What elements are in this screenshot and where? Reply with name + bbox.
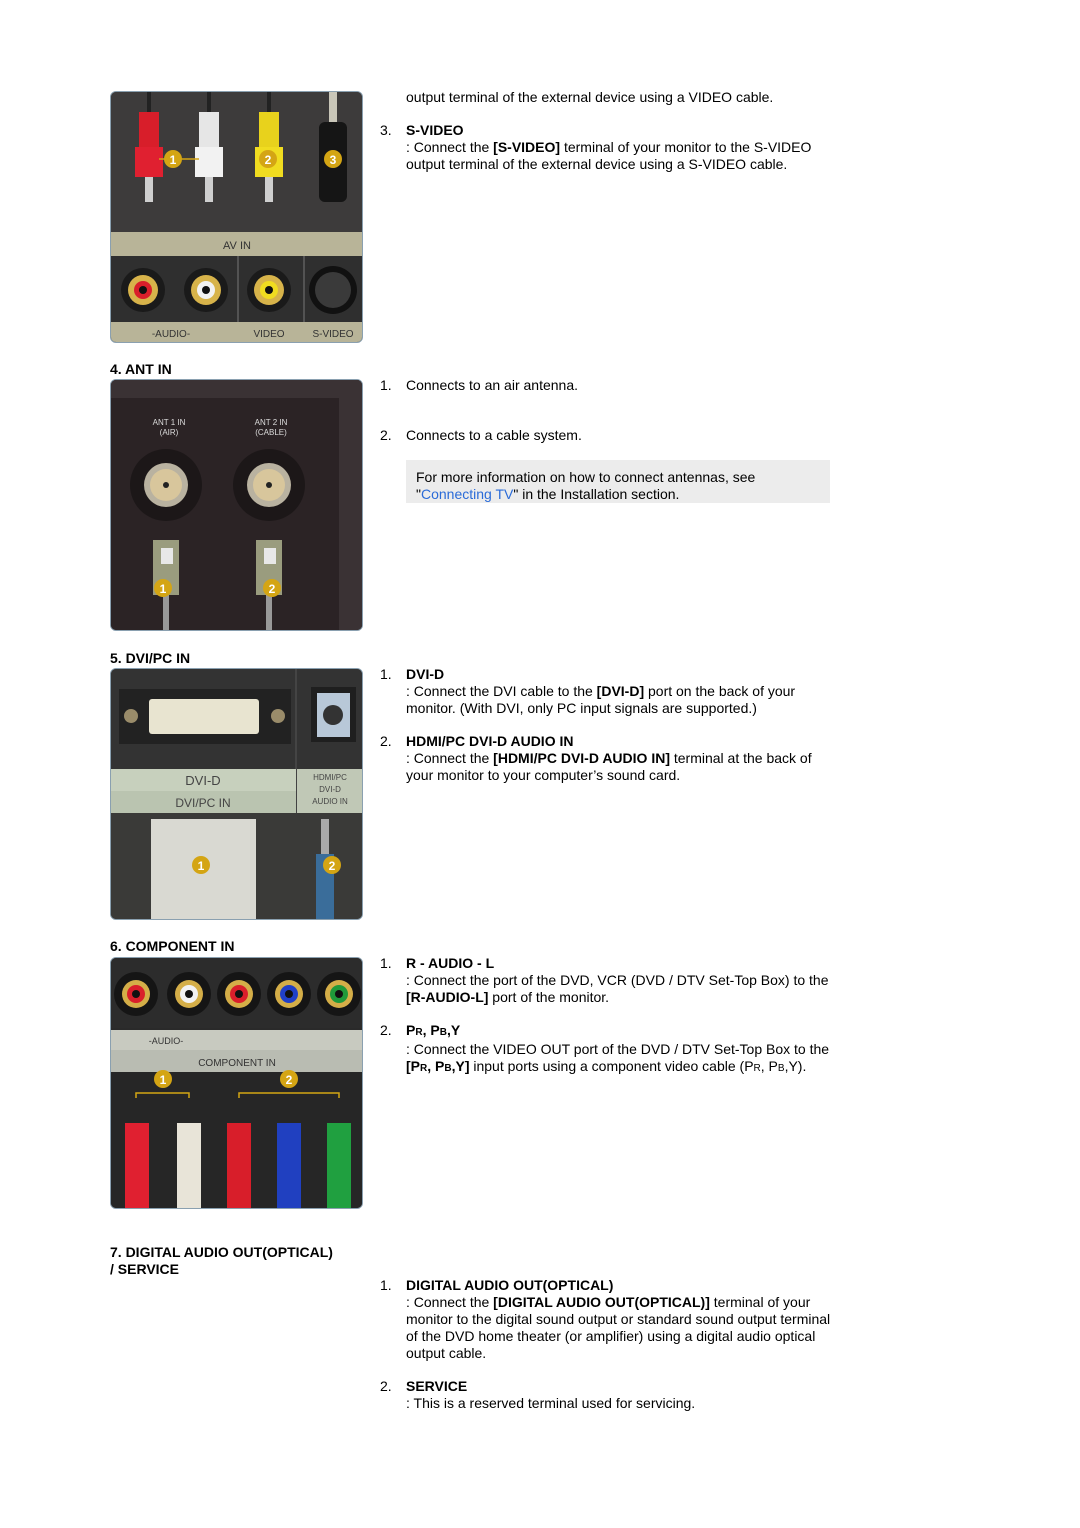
svg-text:2: 2 <box>286 1073 293 1087</box>
item-number: 2. <box>380 1022 392 1038</box>
list-item-digital-audio-out: 1. DIGITAL AUDIO OUT(OPTICAL) : Connect … <box>380 1277 840 1362</box>
list-item-hdmi-pc-audio: 2. HDMI/PC DVI-D AUDIO IN : Connect the … <box>380 733 840 784</box>
svg-text:ANT 2 IN: ANT 2 IN <box>255 418 288 427</box>
dvi-pc-in-photo: DVI-D DVI/PC IN HDMI/PC DVI-D AUDIO IN 1… <box>110 668 363 920</box>
av-in-photo: 1 2 3 AV IN -AUDIO- VIDEO S-VIDEO <box>110 91 363 343</box>
item-heading: DIGITAL AUDIO OUT(OPTICAL) <box>406 1277 614 1293</box>
svg-text:AUDIO IN: AUDIO IN <box>312 797 348 806</box>
svg-text:(CABLE): (CABLE) <box>255 428 287 437</box>
component-in-photo: -AUDIO- COMPONENT IN 1 2 <box>110 957 363 1209</box>
av-in-illustration: 1 2 3 AV IN -AUDIO- VIDEO S-VIDEO <box>111 92 362 342</box>
item-description: : Connect the [HDMI/PC DVI-D AUDIO IN] t… <box>406 750 812 783</box>
list-item-air-antenna: 1. Connects to an air antenna. <box>380 377 840 394</box>
av-in-text: output terminal of the external device u… <box>380 89 840 189</box>
svg-text:ANT 1 IN: ANT 1 IN <box>153 418 186 427</box>
item-heading: SERVICE <box>406 1378 468 1394</box>
svg-text:VIDEO: VIDEO <box>253 329 284 340</box>
dvi-pc-in-illustration: DVI-D DVI/PC IN HDMI/PC DVI-D AUDIO IN 1… <box>111 669 362 919</box>
ant-in-photo: ANT 1 IN (AIR) ANT 2 IN (CABLE) 1 2 <box>110 379 363 631</box>
item-description: Connects to a cable system. <box>406 427 582 443</box>
svg-text:1: 1 <box>160 582 167 596</box>
item-number: 1. <box>380 666 392 682</box>
item-number: 2. <box>380 733 392 749</box>
item-heading: PR, PB,Y <box>406 1022 461 1038</box>
svg-text:1: 1 <box>170 153 177 167</box>
info-note: For more information on how to connect a… <box>406 460 830 503</box>
dvi-pc-in-text: 1. DVI-D : Connect the DVI cable to the … <box>380 666 840 800</box>
svg-text:2: 2 <box>329 859 336 873</box>
svg-text:DVI-D: DVI-D <box>319 785 341 794</box>
item-description: : Connect the VIDEO OUT port of the DVD … <box>406 1041 830 1074</box>
component-in-text: 1. R - AUDIO - L : Connect the port of t… <box>380 955 840 1093</box>
svg-text:S-VIDEO: S-VIDEO <box>312 329 353 340</box>
svg-text:COMPONENT IN: COMPONENT IN <box>198 1058 276 1069</box>
list-item-r-audio-l: 1. R - AUDIO - L : Connect the port of t… <box>380 955 840 1006</box>
section-title-ant-in: 4. ANT IN <box>110 361 172 377</box>
item-number: 2. <box>380 427 392 443</box>
panel-label: AV IN <box>223 240 251 252</box>
section-title-dvi-pc-in: 5. DVI/PC IN <box>110 650 191 666</box>
svg-text:3: 3 <box>330 153 337 167</box>
item-number: 1. <box>380 955 392 971</box>
list-item-service: 2. SERVICE : This is a reserved terminal… <box>380 1378 840 1412</box>
item-number: 1. <box>380 377 392 393</box>
item-description: : This is a reserved terminal used for s… <box>406 1395 696 1411</box>
item-heading: DVI-D <box>406 666 445 682</box>
item-number: 1. <box>380 1277 392 1293</box>
svg-text:(AIR): (AIR) <box>160 428 179 437</box>
svg-text:-AUDIO-: -AUDIO- <box>152 329 190 340</box>
item-heading: HDMI/PC DVI-D AUDIO IN <box>406 733 574 749</box>
item-number: 2. <box>380 1378 392 1394</box>
list-item-cable-system: 2. Connects to a cable system. <box>380 427 840 444</box>
ant-in-illustration: ANT 1 IN (AIR) ANT 2 IN (CABLE) 1 2 <box>111 380 362 630</box>
item-heading: S-VIDEO <box>406 122 464 138</box>
svg-text:-AUDIO-: -AUDIO- <box>149 1036 184 1046</box>
svg-text:DVI/PC IN: DVI/PC IN <box>175 796 230 810</box>
svg-text:1: 1 <box>160 1073 167 1087</box>
svg-text:DVI-D: DVI-D <box>185 773 220 788</box>
list-item-dvi-d: 1. DVI-D : Connect the DVI cable to the … <box>380 666 840 717</box>
item-heading: R - AUDIO - L <box>406 955 495 971</box>
ant-in-text: 1. Connects to an air antenna. 2. Connec… <box>380 377 840 503</box>
list-item-s-video: 3. S-VIDEO : Connect the [S-VIDEO] termi… <box>380 122 840 173</box>
svg-text:1: 1 <box>198 859 205 873</box>
section-title-digital-audio-service: 7. DIGITAL AUDIO OUT(OPTICAL) / SERVICE <box>110 1244 333 1277</box>
connecting-tv-link[interactable]: Connecting TV <box>421 486 513 502</box>
list-item-pr-pb-y: 2. PR, PB,Y : Connect the VIDEO OUT port… <box>380 1022 840 1077</box>
item-number: 3. <box>380 122 392 138</box>
svg-text:HDMI/PC: HDMI/PC <box>313 773 347 782</box>
component-in-illustration: -AUDIO- COMPONENT IN 1 2 <box>111 958 362 1208</box>
digital-audio-text: 1. DIGITAL AUDIO OUT(OPTICAL) : Connect … <box>380 1277 840 1428</box>
item-description: : Connect the port of the DVD, VCR (DVD … <box>406 972 829 1005</box>
section-title-component-in: 6. COMPONENT IN <box>110 938 235 954</box>
item-description: Connects to an air antenna. <box>406 377 579 393</box>
continuation-text: output terminal of the external device u… <box>406 89 774 105</box>
svg-text:2: 2 <box>269 582 276 596</box>
item-description: : Connect the DVI cable to the [DVI-D] p… <box>406 683 796 716</box>
svg-text:2: 2 <box>265 153 272 167</box>
item-description: : Connect the [DIGITAL AUDIO OUT(OPTICAL… <box>406 1294 831 1361</box>
item-description: : Connect the [S-VIDEO] terminal of your… <box>406 139 812 172</box>
